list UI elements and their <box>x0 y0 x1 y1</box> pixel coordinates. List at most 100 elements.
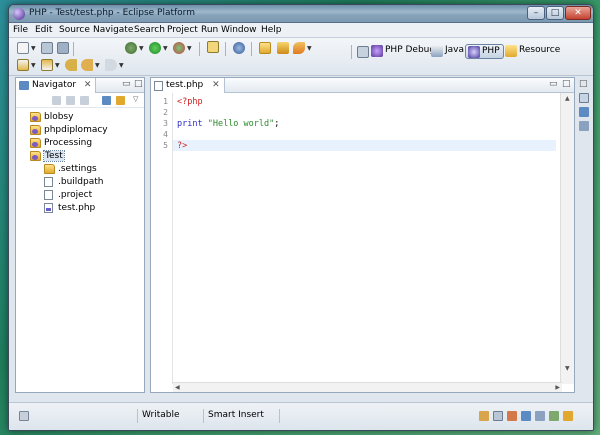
minimize-button[interactable]: – <box>527 6 545 20</box>
back-dropdown-icon[interactable]: ▼ <box>95 62 100 69</box>
previous-annotation-icon[interactable] <box>41 59 53 71</box>
minimize-view-icon[interactable]: ▭ <box>122 79 131 89</box>
status-writable: Writable <box>137 409 199 423</box>
code-text-area[interactable]: <?php print "Hello world"; ?> <box>173 93 556 384</box>
horizontal-scrollbar[interactable]: ◀ ▶ <box>173 382 562 392</box>
perspective-java[interactable]: Java <box>429 44 467 59</box>
print-icon[interactable] <box>57 42 69 54</box>
right-trim-stack: □ <box>577 77 591 393</box>
menu-source[interactable]: Source <box>59 25 90 35</box>
menu-navigate[interactable]: Navigate <box>93 25 133 35</box>
search-dropdown-icon[interactable]: ▼ <box>307 45 312 52</box>
scroll-down-icon[interactable]: ▼ <box>565 365 570 372</box>
perspective-php[interactable]: PHP <box>465 44 504 59</box>
perspective-php-debug[interactable]: PHP Debug <box>369 44 438 59</box>
tree-item-label: .buildpath <box>58 177 104 187</box>
tree-item[interactable]: .project <box>44 189 92 201</box>
php-project-outline-icon[interactable] <box>579 121 589 131</box>
code-line[interactable]: print "Hello world"; <box>177 119 279 129</box>
tab-label: Navigator <box>32 80 77 90</box>
tab-navigator[interactable]: Navigator ✕ <box>16 78 97 93</box>
open-resource-icon[interactable] <box>277 42 289 54</box>
external-tools-dropdown-icon[interactable]: ▼ <box>187 45 192 52</box>
menu-bar: File Edit Source Navigate Search Project… <box>9 23 593 38</box>
forward-icon[interactable] <box>66 96 75 105</box>
back-icon[interactable] <box>52 96 61 105</box>
menu-edit[interactable]: Edit <box>35 25 52 35</box>
line-number: 2 <box>163 108 168 117</box>
new-dropdown-icon[interactable]: ▼ <box>31 45 36 52</box>
view-menu-icon[interactable]: ▽ <box>133 95 138 103</box>
close-button[interactable]: ✕ <box>565 6 591 20</box>
back-icon[interactable] <box>81 59 93 71</box>
tree-item[interactable]: phpdiplomacy <box>30 124 108 136</box>
forward-icon[interactable] <box>105 59 117 71</box>
search-icon[interactable] <box>293 42 305 54</box>
status-insert-mode: Smart Insert <box>203 409 275 423</box>
line-number-ruler: 1 2 3 4 5 <box>151 93 173 384</box>
new-icon[interactable] <box>17 42 29 54</box>
code-line[interactable]: <?php <box>177 97 203 107</box>
save-icon[interactable] <box>41 42 53 54</box>
menu-window[interactable]: Window <box>221 25 257 35</box>
console-icon[interactable] <box>521 411 531 421</box>
navigator-view: Navigator ✕ ▭ □ ▽ blobsy phpdiplomacy Pr… <box>15 77 145 393</box>
line-number: 4 <box>163 130 168 139</box>
open-perspective-icon[interactable] <box>357 46 369 58</box>
status-bar: Writable Smart Insert <box>9 402 593 430</box>
scroll-up-icon[interactable]: ▲ <box>565 95 570 102</box>
tree-item[interactable]: blobsy <box>30 111 73 123</box>
bookmarks-icon[interactable] <box>493 411 503 421</box>
last-edit-location-icon[interactable] <box>65 59 77 71</box>
tree-item[interactable]: .settings <box>44 163 97 175</box>
debug-dropdown-icon[interactable]: ▼ <box>139 45 144 52</box>
java-perspective-icon <box>431 45 443 57</box>
maximize-button[interactable]: □ <box>546 6 564 20</box>
perspective-resource[interactable]: Resource <box>503 44 563 59</box>
problems-icon[interactable] <box>507 411 517 421</box>
debug-output-icon[interactable] <box>535 411 545 421</box>
debug-icon[interactable] <box>125 42 137 54</box>
line-number: 3 <box>163 119 168 128</box>
restore-icon[interactable]: □ <box>579 79 588 89</box>
maximize-view-icon[interactable]: □ <box>134 79 143 89</box>
link-with-editor-icon[interactable] <box>116 96 125 105</box>
tree-item[interactable]: Processing <box>30 137 92 149</box>
menu-file[interactable]: File <box>13 25 28 35</box>
menu-search[interactable]: Search <box>134 25 165 35</box>
php-manual-icon[interactable] <box>563 411 573 421</box>
php-functions-icon[interactable] <box>579 107 589 117</box>
run-icon[interactable] <box>149 42 161 54</box>
browser-output-icon[interactable] <box>549 411 559 421</box>
run-dropdown-icon[interactable]: ▼ <box>163 45 168 52</box>
menu-project[interactable]: Project <box>167 25 198 35</box>
collapse-all-icon[interactable] <box>102 96 111 105</box>
code-line[interactable]: ?> <box>177 141 187 151</box>
external-tools-icon[interactable] <box>173 42 185 54</box>
title-bar[interactable]: PHP - Test/test.php - Eclipse Platform –… <box>9 5 593 23</box>
menu-run[interactable]: Run <box>201 25 218 35</box>
scroll-left-icon[interactable]: ◀ <box>175 384 180 391</box>
tree-item[interactable]: .buildpath <box>44 176 103 188</box>
fast-view-icon[interactable] <box>19 411 29 421</box>
up-icon[interactable] <box>80 96 89 105</box>
menu-help[interactable]: Help <box>261 25 282 35</box>
maximize-view-icon[interactable]: □ <box>562 79 571 89</box>
vertical-scrollbar[interactable]: ▲ ▼ <box>560 93 574 384</box>
tab-test-php[interactable]: test.php ✕ <box>151 78 225 93</box>
scroll-right-icon[interactable]: ▶ <box>555 384 560 391</box>
tree-item-selected[interactable]: Test <box>30 150 65 162</box>
tree-item[interactable]: test.php <box>44 202 95 214</box>
close-icon[interactable]: ✕ <box>84 80 92 90</box>
toggle-mark-occurrences-icon[interactable] <box>207 41 219 53</box>
outline-icon[interactable] <box>579 93 589 103</box>
tasks-icon[interactable] <box>479 411 489 421</box>
next-annotation-icon[interactable] <box>17 59 29 71</box>
open-type-icon[interactable] <box>259 42 271 54</box>
close-icon[interactable]: ✕ <box>212 80 220 90</box>
minimize-view-icon[interactable]: ▭ <box>549 79 558 89</box>
php-server-icon[interactable] <box>233 42 245 54</box>
next-annotation-dropdown-icon[interactable]: ▼ <box>31 62 36 69</box>
forward-dropdown-icon[interactable]: ▼ <box>119 62 124 69</box>
previous-annotation-dropdown-icon[interactable]: ▼ <box>55 62 60 69</box>
